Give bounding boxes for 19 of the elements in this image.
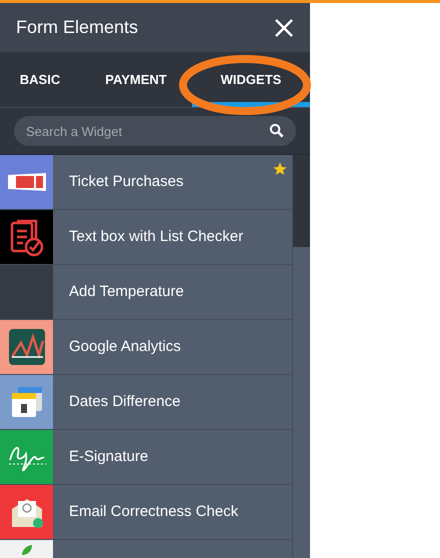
widget-label: Ticket Purchases xyxy=(69,172,184,192)
widget-item[interactable]: E-Signature xyxy=(0,430,292,485)
widget-label: Google Analytics xyxy=(69,336,181,357)
widget-item[interactable]: Add Temperature xyxy=(0,265,292,320)
tab[interactable]: BASIC xyxy=(0,52,80,107)
widget-label: Text box with List Checker xyxy=(69,226,244,247)
widget-item[interactable]: Ticket Purchases xyxy=(0,155,292,210)
widget-item[interactable]: Text box with List Checker xyxy=(0,210,292,265)
widget-label: Email Correctness Check xyxy=(69,502,238,522)
widget-item[interactable]: Google Analytics xyxy=(0,320,292,375)
tab[interactable]: WIDGETS xyxy=(192,52,310,107)
search-field[interactable]: Search a Widget xyxy=(14,116,296,146)
widget-label: Add Temperature xyxy=(69,282,184,302)
widget-label: Dates Difference xyxy=(69,392,180,412)
widget-item[interactable]: Email Correctness Check xyxy=(0,485,292,540)
panel-title: Form Elements xyxy=(16,16,138,39)
widget-label: E-Signature xyxy=(69,446,148,467)
widget-item[interactable]: Dates Difference xyxy=(0,375,292,430)
tab[interactable]: PAYMENT xyxy=(80,52,192,107)
